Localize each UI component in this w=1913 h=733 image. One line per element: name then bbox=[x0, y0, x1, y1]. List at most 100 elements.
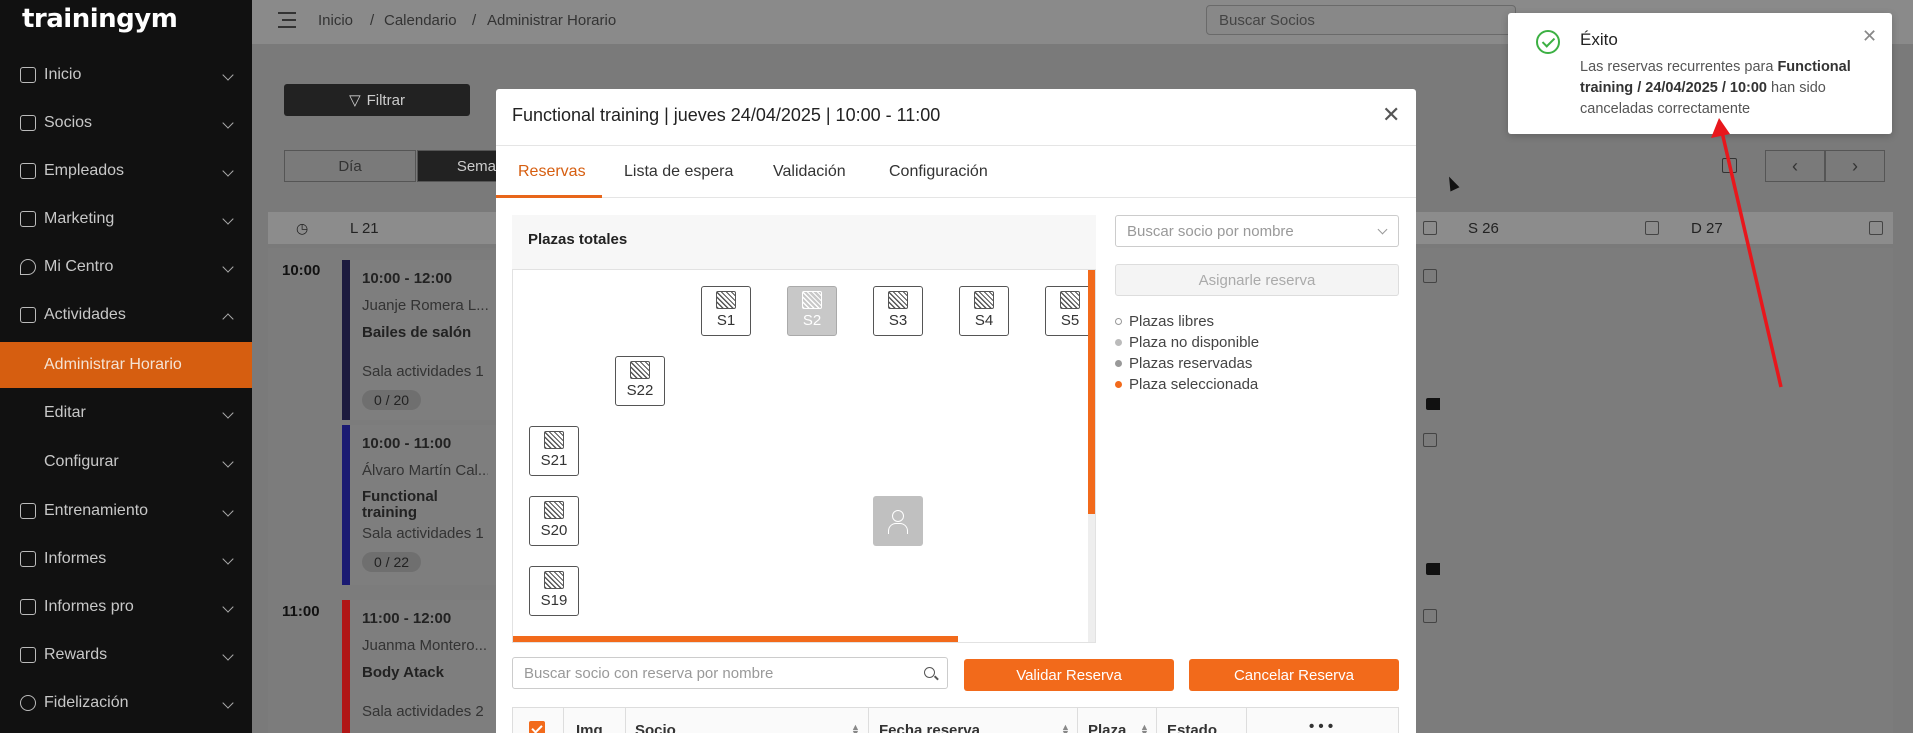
column-socio[interactable]: Socio bbox=[635, 722, 676, 733]
calendar-event[interactable]: 10:00 - 12:00 Juanje Romera L... Bailes … bbox=[342, 260, 500, 420]
seat-map[interactable]: S1 S2 S3 S4 S5 S22 S21 S20 S19 bbox=[512, 269, 1096, 643]
column-divider bbox=[1156, 708, 1157, 733]
sidebar-item-editar[interactable]: Editar bbox=[0, 391, 252, 435]
sidebar-item-label: Informes bbox=[44, 550, 107, 567]
sidebar-item-mi-centro[interactable]: Mi Centro bbox=[0, 245, 252, 289]
modal-title: Functional training | jueves 24/04/2025 … bbox=[512, 105, 941, 125]
search-icon bbox=[924, 667, 935, 678]
scrollbar-track bbox=[1088, 514, 1095, 642]
sidebar-item-inicio[interactable]: Inicio bbox=[0, 53, 252, 97]
seat[interactable]: S3 bbox=[873, 286, 923, 336]
filter-button[interactable]: ▽ Filtrar bbox=[284, 84, 470, 116]
tab-validacion[interactable]: Validación bbox=[773, 163, 846, 181]
seat[interactable]: S1 bbox=[701, 286, 751, 336]
breadcrumb-inicio[interactable]: Inicio bbox=[318, 12, 353, 29]
legend-dot bbox=[1115, 339, 1122, 346]
slot-checkbox[interactable] bbox=[1423, 433, 1437, 447]
close-icon[interactable]: ✕ bbox=[1862, 26, 1877, 47]
calendar-event[interactable]: 11:00 - 12:00 Juanma Montero... Body Ata… bbox=[342, 600, 500, 733]
sidebar-item-label: Socios bbox=[44, 114, 93, 131]
seat[interactable]: S20 bbox=[529, 496, 579, 546]
sidebar-item-informes-pro[interactable]: Informes pro bbox=[0, 585, 252, 629]
event-count-badge: 0 / 22 bbox=[362, 552, 422, 572]
day-header-sunday: D 27 bbox=[1691, 220, 1723, 237]
slot-checkbox[interactable] bbox=[1423, 609, 1437, 623]
validate-booking-button[interactable]: Validar Reserva bbox=[964, 659, 1174, 691]
column-plaza[interactable]: Plaza bbox=[1088, 722, 1126, 733]
chevron-down-icon bbox=[1377, 224, 1388, 235]
legend-unavailable: Plaza no disponible bbox=[1115, 334, 1259, 351]
seat-label: S1 bbox=[716, 312, 736, 329]
toast-message: Las reservas recurrentes para Functional… bbox=[1580, 57, 1880, 120]
seat[interactable]: S22 bbox=[615, 356, 665, 406]
close-icon[interactable]: ✕ bbox=[1382, 104, 1400, 126]
tab-lista-de-espera[interactable]: Lista de espera bbox=[624, 163, 733, 181]
menu-toggle-icon[interactable] bbox=[278, 12, 296, 28]
day-select-checkbox[interactable] bbox=[1645, 221, 1659, 235]
prev-week-button[interactable]: ‹ bbox=[1765, 150, 1825, 182]
sidebar-item-actividades[interactable]: Actividades bbox=[0, 293, 252, 337]
sidebar-item-fidelizacion[interactable]: Fidelización bbox=[0, 681, 252, 725]
view-day-button[interactable]: Día bbox=[284, 150, 416, 182]
seat[interactable]: S4 bbox=[959, 286, 1009, 336]
sidebar-item-marketing[interactable]: Marketing bbox=[0, 197, 252, 241]
horizontal-scrollbar[interactable] bbox=[513, 636, 958, 642]
seat-label: S4 bbox=[974, 312, 994, 329]
chevron-down-icon bbox=[222, 261, 234, 273]
member-search-input[interactable]: Buscar Socios bbox=[1206, 5, 1516, 35]
select-all-checkbox[interactable] bbox=[529, 721, 545, 733]
app-logo: trainingym bbox=[22, 4, 178, 34]
toast-title: Éxito bbox=[1580, 30, 1618, 49]
day-select-checkbox[interactable] bbox=[1423, 221, 1437, 235]
sidebar-item-rewards[interactable]: Rewards bbox=[0, 633, 252, 677]
tab-configuracion[interactable]: Configuración bbox=[889, 163, 988, 181]
chevron-down-icon bbox=[222, 505, 234, 517]
vertical-scrollbar[interactable] bbox=[1088, 270, 1095, 514]
column-img: Img bbox=[576, 722, 603, 733]
seat-icon bbox=[544, 571, 564, 589]
calendar-event[interactable]: 10:00 - 11:00 Álvaro Martín Cal... Funct… bbox=[342, 425, 500, 585]
search-member-select[interactable]: Buscar socio por nombre bbox=[1115, 215, 1399, 247]
sidebar-item-configurar[interactable]: Configurar bbox=[0, 440, 252, 484]
slot-checkbox[interactable] bbox=[1423, 269, 1437, 283]
search-member-placeholder: Buscar socio por nombre bbox=[1127, 223, 1294, 240]
sidebar-item-entrenamiento[interactable]: Entrenamiento bbox=[0, 489, 252, 533]
seat-map-title: Plazas totales bbox=[528, 231, 628, 248]
seat-reserved[interactable]: S2 bbox=[787, 286, 837, 336]
calendar-icon bbox=[20, 307, 36, 323]
seat[interactable]: S19 bbox=[529, 566, 579, 616]
sidebar-item-empleados[interactable]: Empleados bbox=[0, 149, 252, 193]
tab-reservas[interactable]: Reservas bbox=[518, 163, 586, 181]
event-trainer: Álvaro Martín Cal... bbox=[362, 462, 488, 479]
cancel-booking-button[interactable]: Cancelar Reserva bbox=[1189, 659, 1399, 691]
session-modal: Functional training | jueves 24/04/2025 … bbox=[496, 89, 1416, 733]
members-icon bbox=[20, 115, 36, 131]
breadcrumb-calendario[interactable]: Calendario bbox=[384, 12, 457, 29]
event-time: 11:00 - 12:00 bbox=[362, 610, 452, 627]
sidebar-item-administrar-horario[interactable]: Administrar Horario bbox=[0, 342, 252, 388]
sort-icon[interactable]: ▲ ▼ bbox=[1140, 723, 1149, 733]
sort-icon[interactable]: ▲ ▼ bbox=[1061, 723, 1070, 733]
megaphone-icon bbox=[20, 211, 36, 227]
calendar-picker-icon[interactable] bbox=[1722, 158, 1737, 173]
more-options-icon[interactable]: • • • bbox=[1309, 718, 1333, 733]
seat-icon bbox=[630, 361, 650, 379]
sidebar-item-label: Configurar bbox=[44, 453, 119, 470]
seat-icon bbox=[716, 291, 736, 309]
day-select-checkbox[interactable] bbox=[1869, 221, 1883, 235]
sidebar-item-label: Editar bbox=[44, 404, 86, 421]
sidebar-item-socios[interactable]: Socios bbox=[0, 101, 252, 145]
sort-icon[interactable]: ▲ ▼ bbox=[851, 723, 860, 733]
view-week-button[interactable]: Sema bbox=[417, 150, 497, 182]
sidebar-item-informes[interactable]: Informes bbox=[0, 537, 252, 581]
assign-booking-button[interactable]: Asignarle reserva bbox=[1115, 264, 1399, 296]
sidebar-item-label: Marketing bbox=[44, 210, 115, 227]
sidebar-item-label: Rewards bbox=[44, 646, 108, 663]
seat[interactable]: S21 bbox=[529, 426, 579, 476]
sidebar-item-label: Inicio bbox=[44, 66, 82, 83]
seat-icon bbox=[974, 291, 994, 309]
event-count-badge: 0 / 20 bbox=[362, 390, 422, 410]
next-week-button[interactable]: › bbox=[1825, 150, 1885, 182]
search-reservation-input[interactable]: Buscar socio con reserva por nombre bbox=[512, 657, 948, 689]
column-fecha-reserva[interactable]: Fecha reserva bbox=[879, 722, 980, 733]
